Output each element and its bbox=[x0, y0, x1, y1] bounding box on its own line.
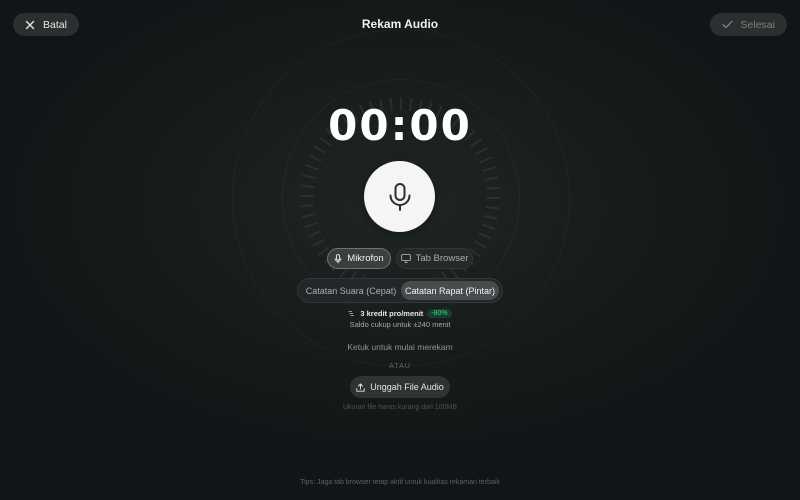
check-icon bbox=[721, 20, 733, 29]
microphone-icon bbox=[334, 253, 342, 264]
source-microphone-label: Mikrofon bbox=[347, 253, 384, 264]
source-microphone-button[interactable]: Mikrofon bbox=[327, 248, 391, 269]
page-title: Rekam Audio bbox=[361, 17, 439, 31]
record-hint: Ketuk untuk mulai merekam bbox=[347, 342, 453, 352]
discount-badge: -80% bbox=[427, 309, 452, 318]
microphone-icon bbox=[387, 182, 413, 212]
recording-timer: 00:00 bbox=[328, 101, 472, 150]
tips-footer: Tips: Jaga tab browser tetap aktif untuk… bbox=[300, 479, 500, 486]
mode-meeting-note[interactable]: Catatan Rapat (Pintar) bbox=[401, 281, 499, 300]
mode-voice-note[interactable]: Catatan Suara (Cepat) bbox=[302, 281, 400, 300]
coins-icon bbox=[348, 310, 356, 317]
done-label: Selesai bbox=[740, 18, 775, 31]
record-button[interactable] bbox=[364, 161, 435, 232]
source-browser-tab-button[interactable]: Tab Browser bbox=[396, 248, 473, 269]
upload-icon bbox=[356, 382, 365, 392]
source-browser-tab-label: Tab Browser bbox=[415, 253, 469, 264]
credit-rate: 3 kredit pro/menit bbox=[360, 309, 424, 318]
upload-size-note: Ukuran file harus kurang dari 100MB bbox=[342, 404, 457, 411]
credit-balance: Saldo cukup untuk ±240 menit bbox=[349, 320, 451, 329]
upload-audio-button[interactable]: Unggah File Audio bbox=[350, 376, 450, 398]
monitor-icon bbox=[400, 254, 411, 263]
upload-audio-label: Unggah File Audio bbox=[370, 382, 444, 392]
recording-mode-toggle: Catatan Suara (Cepat) Catatan Rapat (Pin… bbox=[297, 278, 503, 303]
divider-label: ATAU bbox=[389, 363, 411, 370]
done-button[interactable]: Selesai bbox=[709, 13, 787, 36]
credit-info: 3 kredit pro/menit -80% bbox=[0, 309, 800, 318]
